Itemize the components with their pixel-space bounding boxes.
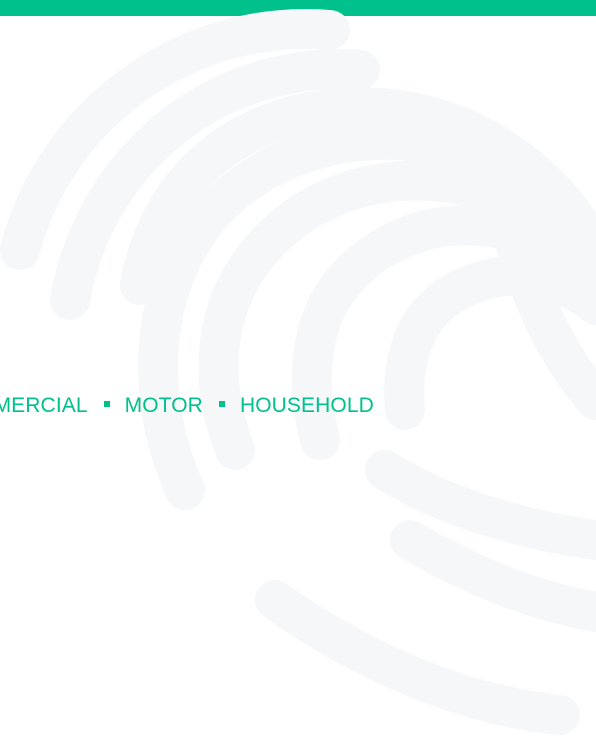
fingerprint-watermark-icon: [0, 9, 596, 735]
category-household: HOUSEHOLD: [239, 394, 374, 417]
service-categories: MMERCIAL MOTOR HOUSEHOLD: [0, 391, 374, 421]
square-bullet-icon: [218, 401, 225, 407]
square-bullet-icon: [103, 401, 110, 407]
category-commercial: MMERCIAL: [0, 394, 88, 417]
category-motor: MOTOR: [124, 394, 203, 417]
